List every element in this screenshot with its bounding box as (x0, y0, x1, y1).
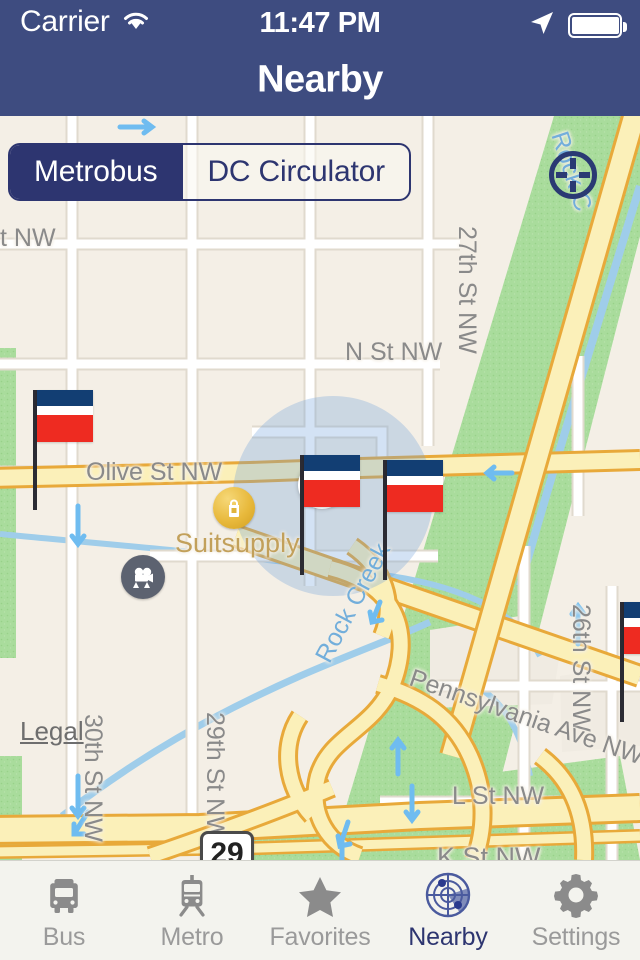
gear-icon (552, 873, 600, 919)
poi-label-suitsupply: Suitsupply (175, 528, 300, 558)
tab-label-metro: Metro (160, 923, 224, 951)
battery-full-icon (568, 13, 627, 38)
bus-icon (41, 873, 87, 919)
location-arrow-icon (528, 9, 556, 42)
tab-label-bus: Bus (42, 923, 86, 951)
tab-favorites[interactable]: Favorites (256, 861, 384, 960)
street-label-l-st-nw: L St NW (452, 782, 545, 810)
navigation-bar: Nearby (0, 44, 640, 116)
tab-settings[interactable]: Settings (512, 861, 640, 960)
app-root: Carrier 11:47 PM Nearby Metrobus DC Circ… (0, 0, 640, 960)
tab-label-favorites: Favorites (269, 923, 371, 951)
tab-bus[interactable]: Bus (0, 861, 128, 960)
tab-label-nearby: Nearby (408, 923, 488, 951)
status-bar: Carrier 11:47 PM (0, 0, 640, 44)
street-label-olive-st-nw: Olive St NW (86, 458, 223, 486)
tab-nearby[interactable]: Nearby (384, 861, 512, 960)
tab-metro[interactable]: Metro (128, 861, 256, 960)
bus-stop-poi-icon[interactable] (549, 151, 597, 199)
segment-dc-circulator[interactable]: DC Circulator (181, 145, 408, 199)
star-icon (296, 873, 344, 919)
street-label-t-nw: t NW (0, 224, 56, 252)
shopping-bag-icon[interactable] (213, 487, 255, 529)
tab-bar: Bus Metro Favorites Nearby Settings (0, 860, 640, 960)
street-label-29th-st-nw: 29th St NW (201, 712, 229, 840)
map-view[interactable]: Metrobus DC Circulator t NW N St NW 27th… (0, 116, 640, 860)
train-icon (169, 873, 215, 919)
route-shield-29: 29 (200, 831, 254, 860)
street-label-k-st-nw: K St NW (437, 842, 541, 860)
page-title: Nearby (257, 58, 383, 101)
street-label-n-st-nw: N St NW (345, 338, 443, 366)
status-bar-right (528, 9, 627, 42)
street-label-27th-st-nw: 27th St NW (453, 226, 481, 354)
movie-theater-icon[interactable] (121, 555, 165, 599)
radar-icon (424, 872, 472, 919)
segment-metrobus[interactable]: Metrobus (10, 145, 182, 199)
street-label-26th-st-nw: 26th St NW (567, 604, 595, 732)
legal-link[interactable]: Legal (20, 716, 84, 747)
tab-label-settings: Settings (531, 923, 621, 951)
transit-mode-segmented-control[interactable]: Metrobus DC Circulator (8, 143, 411, 201)
